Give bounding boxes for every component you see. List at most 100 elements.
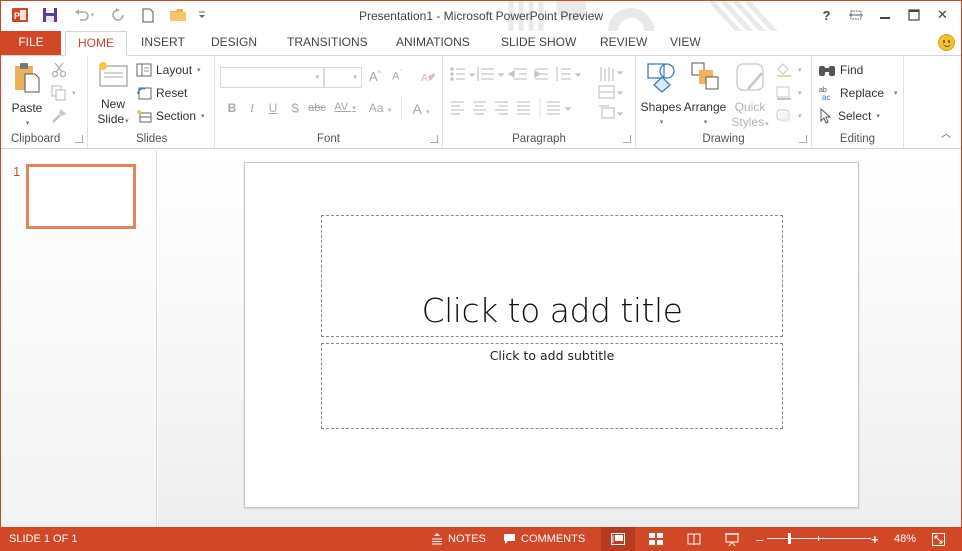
strikethrough-button[interactable]: abc — [305, 102, 329, 114]
comments-button[interactable]: COMMENTS — [503, 527, 585, 551]
character-spacing-label: AV — [334, 101, 349, 113]
maximize-icon — [907, 9, 920, 21]
zoom-in-button[interactable]: + — [871, 527, 879, 551]
paste-dropdown-icon[interactable]: ▾ — [8, 116, 47, 131]
tab-view[interactable]: VIEW — [658, 31, 713, 55]
change-case-button[interactable]: Aa ▾ — [363, 101, 397, 115]
bullets-icon — [450, 67, 465, 81]
grow-font-button[interactable]: A^ — [366, 69, 384, 84]
zoom-out-button[interactable]: – — [756, 527, 763, 551]
shape-outline-button[interactable]: ▾ — [775, 83, 802, 103]
tab-home[interactable]: HOME — [65, 31, 127, 56]
select-button[interactable]: Select ▾ — [818, 106, 880, 126]
tab-design[interactable]: DESIGN — [199, 31, 269, 55]
normal-view-button[interactable] — [601, 527, 635, 551]
paste-button[interactable]: Paste ▾ — [7, 62, 47, 131]
bold-button[interactable]: B — [223, 101, 241, 115]
collapse-ribbon-icon[interactable]: ︿ — [941, 125, 951, 140]
slide-thumbnail[interactable] — [26, 164, 136, 229]
slide-show-icon — [725, 532, 739, 546]
window-controls: ? ✕ — [812, 3, 957, 27]
font-name-dropdown-icon[interactable]: ▾ — [315, 73, 319, 81]
arrange-icon — [691, 62, 719, 90]
font-group: ▾ ▾ A^ Aˇ A B I U S abc AV ▾ Aa ▾ A ▾ Fo… — [215, 56, 443, 148]
section-button[interactable]: Section ▾ — [136, 106, 205, 126]
clear-formatting-button[interactable]: A — [419, 69, 437, 88]
change-case-label: Aa — [368, 101, 384, 115]
quick-styles-label-1: Quick — [734, 100, 766, 114]
reading-view-button[interactable] — [677, 527, 711, 551]
format-painter-button[interactable] — [51, 106, 67, 126]
slide-sorter-view-button[interactable] — [639, 527, 673, 551]
help-button[interactable]: ? — [812, 3, 841, 27]
slide-editor: Click to add title Click to add subtitle — [158, 150, 961, 527]
ribbon-display-options-button[interactable] — [841, 3, 870, 27]
align-center-icon — [473, 101, 486, 115]
tab-transitions[interactable]: TRANSITIONS — [275, 31, 380, 55]
shape-fill-button[interactable]: ▾ — [775, 60, 802, 80]
slide-sorter-icon — [649, 533, 663, 545]
new-slide-button[interactable]: New Slide▾ — [92, 60, 134, 129]
zoom-level[interactable]: 48% — [894, 527, 916, 551]
font-size-dropdown-icon[interactable]: ▾ — [353, 73, 357, 81]
decrease-indent-icon — [507, 68, 527, 80]
fit-slide-button[interactable] — [921, 527, 955, 551]
tab-animations[interactable]: ANIMATIONS — [384, 31, 482, 55]
drawing-dialog-launcher[interactable] — [799, 135, 807, 143]
find-button[interactable]: Find — [818, 60, 863, 80]
tab-slide-show[interactable]: SLIDE SHOW — [489, 31, 588, 55]
font-dialog-launcher[interactable] — [430, 135, 438, 143]
tab-file[interactable]: FILE — [1, 31, 61, 55]
comment-icon — [504, 534, 515, 544]
select-label: Select — [838, 109, 872, 123]
replace-button[interactable]: ab ac Replace ▾ — [818, 83, 898, 103]
maximize-button[interactable] — [899, 3, 928, 27]
zoom-slider[interactable] — [767, 527, 871, 551]
cut-button[interactable] — [51, 60, 67, 80]
shapes-button[interactable]: Shapes ▾ — [640, 61, 682, 130]
editing-group-label: Editing — [839, 133, 876, 145]
minimize-button[interactable] — [870, 3, 899, 27]
font-group-label: Font — [316, 133, 340, 145]
tab-review[interactable]: REVIEW — [588, 31, 659, 55]
quick-styles-button[interactable]: Quick Styles▾ — [729, 61, 771, 132]
paragraph-group-label: Paragraph — [512, 133, 566, 145]
font-color-button[interactable]: A ▾ — [407, 101, 435, 117]
reset-button[interactable]: Reset — [136, 83, 187, 103]
copy-button[interactable]: ▾ — [51, 83, 76, 103]
replace-label: Replace — [840, 86, 885, 100]
zoom-slider-thumb[interactable] — [787, 533, 791, 544]
numbering-icon — [477, 67, 494, 81]
font-name-combo[interactable]: ▾ — [220, 67, 324, 88]
replace-icon: abac — [819, 87, 830, 101]
clipboard-group: Paste ▾ ▾ Clipboard — [1, 56, 88, 148]
slide-canvas[interactable]: Click to add title Click to add subtitle — [244, 162, 859, 508]
italic-button[interactable]: I — [243, 101, 261, 116]
minimize-icon — [879, 17, 890, 19]
align-text-icon — [598, 85, 615, 99]
underline-button[interactable]: U — [264, 101, 282, 115]
clipboard-dialog-launcher[interactable] — [75, 135, 83, 143]
arrange-button[interactable]: Arrange ▾ — [683, 61, 727, 130]
layout-button[interactable]: Layout ▾ — [136, 60, 201, 80]
zoom-slider-center-mark — [818, 536, 819, 541]
title-placeholder[interactable]: Click to add title — [321, 215, 783, 337]
shape-outline-icon — [776, 86, 791, 100]
shadow-button[interactable]: S — [286, 101, 304, 115]
feedback-smiley-icon[interactable] — [938, 34, 955, 51]
font-size-combo[interactable]: ▾ — [324, 67, 362, 88]
paragraph-group: Paragraph — [443, 56, 636, 148]
character-spacing-button[interactable]: AV ▾ — [330, 101, 360, 113]
shrink-font-button[interactable]: Aˇ — [388, 70, 406, 83]
shape-effects-button[interactable]: ▾ — [775, 106, 802, 126]
notes-button[interactable]: NOTES — [431, 527, 486, 551]
slide-show-view-button[interactable] — [715, 527, 749, 551]
line-spacing-icon — [556, 67, 571, 81]
increase-indent-icon — [534, 68, 548, 80]
close-button[interactable]: ✕ — [928, 3, 957, 27]
tab-insert[interactable]: INSERT — [129, 31, 197, 55]
help-icon: ? — [822, 7, 831, 23]
paragraph-dialog-launcher[interactable] — [623, 135, 631, 143]
subtitle-placeholder[interactable]: Click to add subtitle — [321, 343, 783, 429]
paste-label: Paste — [11, 101, 43, 115]
